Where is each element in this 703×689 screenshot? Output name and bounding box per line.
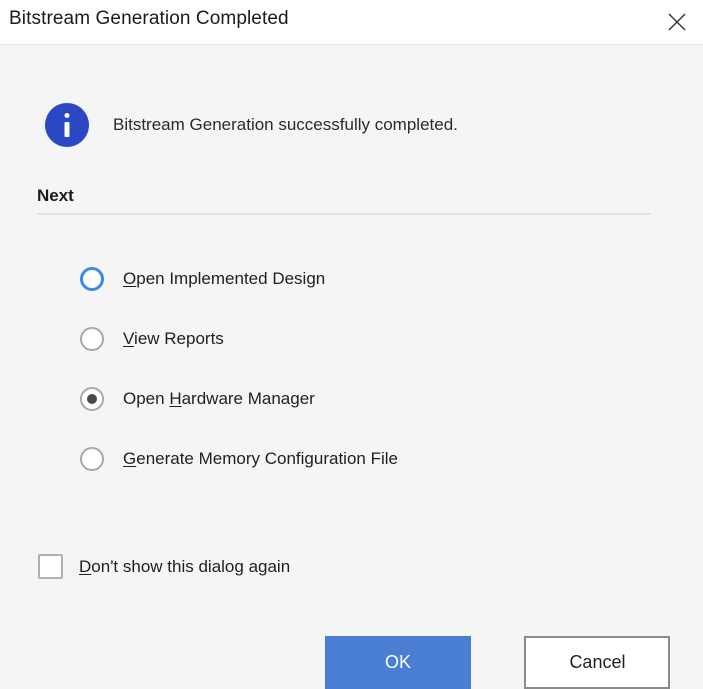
radio-mnemonic: H — [169, 389, 182, 408]
radio-mnemonic: O — [123, 269, 137, 288]
radio-label: Open Implemented Design — [123, 269, 325, 289]
checkbox-indicator — [38, 554, 63, 579]
dont-show-again-checkbox[interactable]: Don't show this dialog again — [38, 554, 290, 579]
message-text: Bitstream Generation successfully comple… — [113, 115, 458, 134]
ok-button[interactable]: OK — [325, 636, 471, 689]
close-icon — [666, 11, 688, 33]
radio-indicator — [80, 387, 104, 411]
radio-mnemonic: G — [123, 449, 137, 468]
info-icon — [45, 103, 89, 147]
dialog-titlebar: Bitstream Generation Completed — [0, 0, 703, 45]
radio-label-rest: pen Implemented Design — [136, 269, 326, 288]
dialog-title: Bitstream Generation Completed — [9, 8, 289, 29]
radio-generate-memory-configuration-file[interactable]: Generate Memory Configuration File — [80, 429, 640, 489]
radio-mnemonic: V — [123, 329, 135, 348]
radio-label-rest: enerate Memory Configuration File — [136, 449, 398, 468]
section-divider — [37, 213, 651, 215]
dialog-body: Bitstream Generation successfully comple… — [0, 46, 703, 689]
radio-open-implemented-design[interactable]: Open Implemented Design — [80, 249, 640, 309]
radio-label: Open Hardware Manager — [123, 389, 315, 409]
radio-label-prefix: Open — [123, 389, 170, 408]
radio-indicator — [80, 447, 104, 471]
cancel-button[interactable]: Cancel — [524, 636, 671, 689]
radio-view-reports[interactable]: View Reports — [80, 309, 640, 369]
checkbox-label: Don't show this dialog again — [79, 557, 290, 577]
message-row: Bitstream Generation successfully comple… — [45, 103, 458, 147]
radio-label-rest: ardware Manager — [181, 389, 315, 408]
next-section-heading: Next — [37, 186, 74, 205]
radio-indicator — [80, 327, 104, 351]
radio-label: View Reports — [123, 329, 224, 349]
radio-open-hardware-manager[interactable]: Open Hardware Manager — [80, 369, 640, 429]
radio-label: Generate Memory Configuration File — [123, 449, 398, 469]
dialog-button-row: OK Cancel — [325, 636, 671, 689]
close-button[interactable] — [651, 0, 703, 44]
radio-indicator — [80, 267, 104, 291]
radio-label-rest: iew Reports — [134, 329, 224, 348]
next-action-radio-group: Open Implemented Design View Reports Ope… — [80, 249, 640, 489]
checkbox-mnemonic: D — [79, 556, 92, 576]
checkbox-label-rest: on't show this dialog again — [91, 556, 291, 576]
